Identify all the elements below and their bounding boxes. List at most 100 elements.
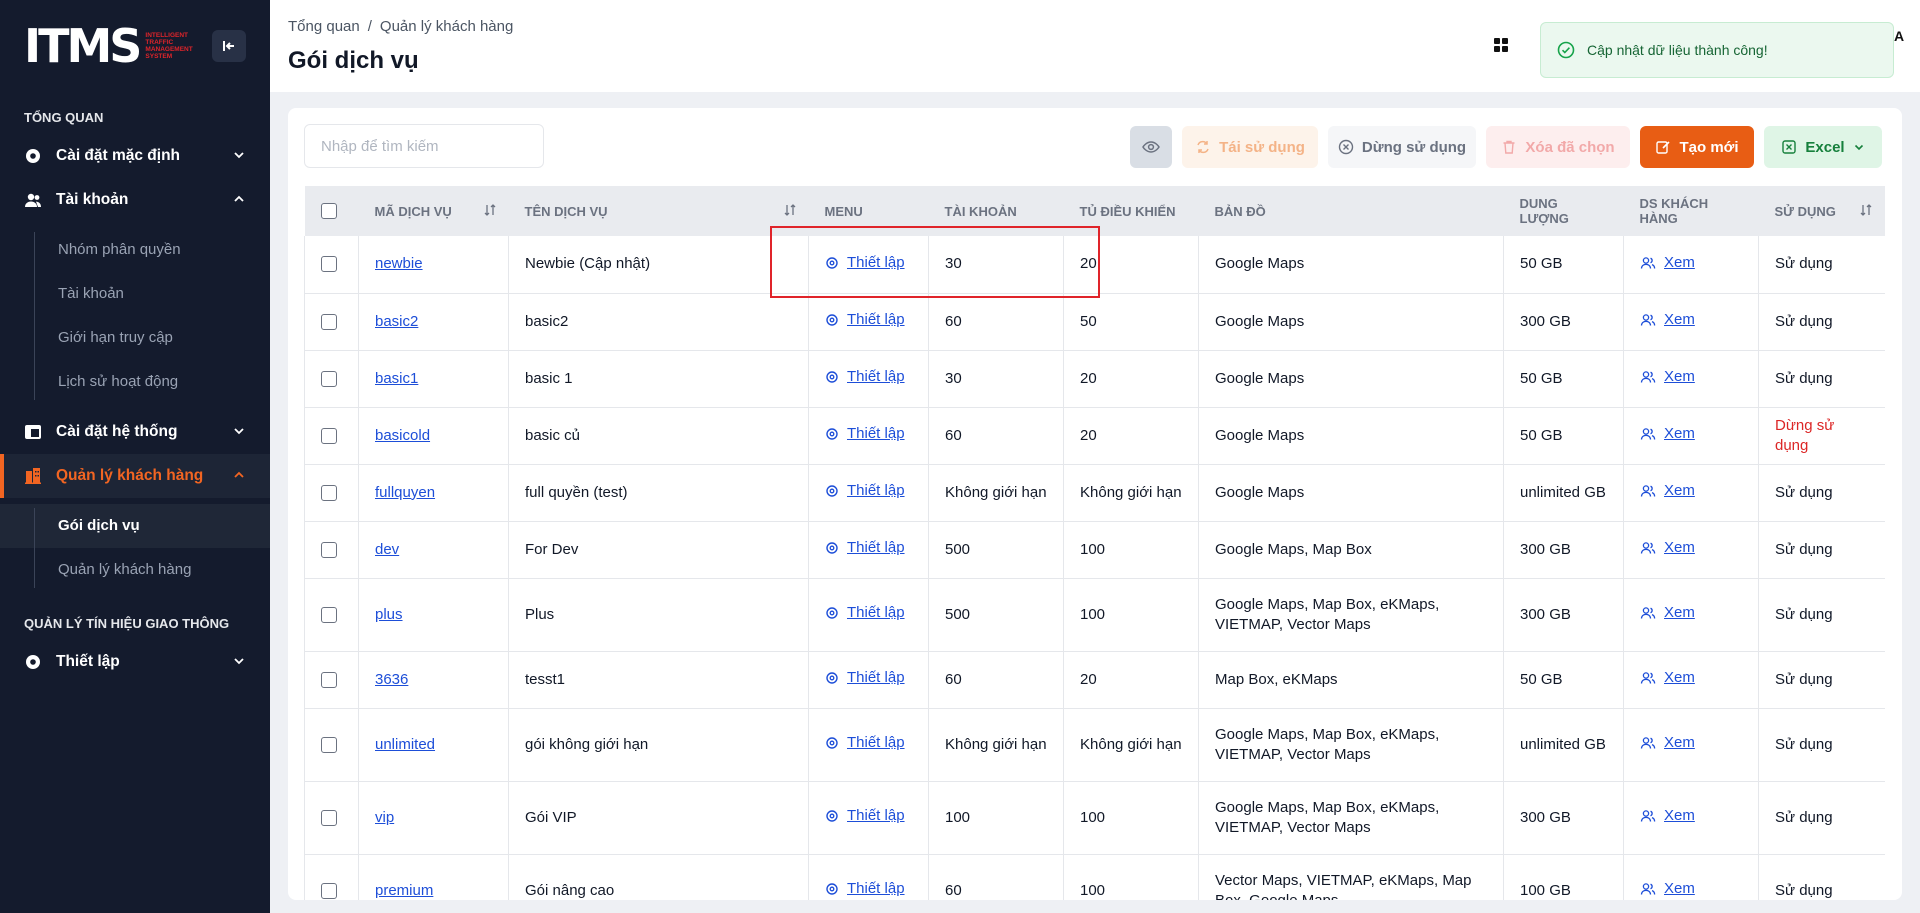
view-customers-link[interactable]: Xem: [1640, 879, 1695, 899]
menu-setup-link[interactable]: Thiết lập: [825, 806, 905, 826]
row-select-cell[interactable]: [304, 521, 359, 579]
service-code-link[interactable]: premium: [375, 882, 433, 899]
row-select-cell[interactable]: [304, 293, 359, 351]
table-row[interactable]: basicold basic củ Thiết lập 60 20 Google Maps…: [304, 407, 1885, 465]
sidebar-item-default-settings[interactable]: Cài đặt mặc định: [0, 134, 270, 178]
service-code-link[interactable]: plus: [375, 606, 403, 623]
row-select-cell[interactable]: [304, 781, 359, 855]
table-row[interactable]: plus Plus Thiết lập 500 100 Google Maps, Map …: [304, 578, 1885, 652]
toggle-columns-button[interactable]: [1130, 126, 1172, 168]
row-checkbox[interactable]: [321, 313, 337, 330]
view-customers-link[interactable]: Xem: [1640, 367, 1695, 387]
row-checkbox[interactable]: [321, 484, 337, 501]
sidebar-item-accounts[interactable]: Tài khoản: [0, 178, 270, 222]
row-select-cell[interactable]: [304, 578, 359, 652]
breadcrumb-home[interactable]: Tổng quan: [288, 18, 360, 35]
select-all-checkbox[interactable]: [320, 203, 337, 220]
table-row[interactable]: 3636 tesst1 Thiết lập 60 20 Map Box, eKMaps 50…: [304, 651, 1885, 709]
row-checkbox[interactable]: [321, 606, 337, 623]
view-customers-link[interactable]: Xem: [1640, 733, 1695, 753]
sort-icon[interactable]: [483, 203, 497, 217]
view-customers-link[interactable]: Xem: [1640, 424, 1695, 444]
stop-using-button[interactable]: Dừng sử dụng: [1328, 126, 1476, 168]
view-customers-link[interactable]: Xem: [1640, 538, 1695, 558]
header-name[interactable]: TÊN DỊCH VỤ: [509, 186, 809, 236]
sidebar-item-permission-groups[interactable]: Nhóm phân quyền: [0, 228, 270, 272]
sidebar-item-access-limits[interactable]: Giới hạn truy cập: [0, 316, 270, 360]
row-checkbox[interactable]: [321, 671, 337, 688]
service-code-link[interactable]: basic2: [375, 313, 418, 330]
row-select-cell[interactable]: [304, 350, 359, 408]
view-customers-link[interactable]: Xem: [1640, 481, 1695, 501]
table-row[interactable]: unlimited gói không giới hạn Thiết lập Khôn…: [304, 708, 1885, 782]
row-select-cell[interactable]: [304, 854, 359, 900]
header-select-all[interactable]: [305, 186, 359, 236]
sidebar-item-activity-history[interactable]: Lịch sử hoạt động: [0, 360, 270, 404]
top-bar: Tổng quan / Quản lý khách hàng Gói dịch …: [270, 0, 1920, 92]
menu-setup-link[interactable]: Thiết lập: [825, 253, 905, 273]
table-row[interactable]: newbie Newbie (Cập nhật) Thiết lập 30 20 Goog…: [304, 236, 1885, 294]
menu-setup-link[interactable]: Thiết lập: [825, 424, 905, 444]
user-avatar-initial[interactable]: A: [1894, 28, 1904, 44]
view-customers-link[interactable]: Xem: [1640, 668, 1695, 688]
menu-setup-link[interactable]: Thiết lập: [825, 668, 905, 688]
status-text: Sử dụng: [1775, 312, 1833, 330]
sidebar-item-setup[interactable]: Thiết lập: [0, 640, 270, 684]
delete-selected-button[interactable]: Xóa đã chọn: [1486, 126, 1630, 168]
row-select-cell[interactable]: [304, 708, 359, 782]
sidebar-item-account-list[interactable]: Tài khoản: [0, 272, 270, 316]
view-customers-link[interactable]: Xem: [1640, 253, 1695, 273]
collapse-sidebar-button[interactable]: [212, 30, 246, 62]
row-checkbox[interactable]: [321, 370, 337, 387]
menu-setup-link[interactable]: Thiết lập: [825, 310, 905, 330]
table-row[interactable]: dev For Dev Thiết lập 500 100 Google Maps, Ma…: [304, 521, 1885, 579]
service-code-link[interactable]: unlimited: [375, 736, 435, 753]
row-select-cell[interactable]: [304, 651, 359, 709]
row-checkbox[interactable]: [321, 541, 337, 558]
breadcrumb-current[interactable]: Quản lý khách hàng: [380, 18, 513, 35]
service-code-link[interactable]: basic1: [375, 370, 418, 387]
sidebar-item-customers[interactable]: Quản lý khách hàng: [0, 548, 270, 592]
menu-setup-link[interactable]: Thiết lập: [825, 481, 905, 501]
reuse-button[interactable]: Tái sử dụng: [1182, 126, 1318, 168]
table-row[interactable]: basic2 basic2 Thiết lập 60 50 Google Maps 300 …: [304, 293, 1885, 351]
row-select-cell[interactable]: [304, 407, 359, 465]
table-row[interactable]: vip Gói VIP Thiết lập 100 100 Google Maps, Ma…: [304, 781, 1885, 855]
view-customers-link[interactable]: Xem: [1640, 310, 1695, 330]
header-code[interactable]: MÃ DỊCH VỤ: [359, 186, 509, 236]
service-code-link[interactable]: basicold: [375, 427, 430, 444]
sidebar-item-customer-management[interactable]: Quản lý khách hàng: [0, 454, 270, 498]
sort-icon[interactable]: [783, 203, 797, 217]
table-row[interactable]: premium Gói nâng cao Thiết lập 60 100 Vector …: [304, 854, 1885, 900]
service-code-link[interactable]: dev: [375, 541, 399, 558]
excel-export-button[interactable]: Excel: [1764, 126, 1882, 168]
sidebar-item-service-packages[interactable]: Gói dịch vụ: [0, 504, 270, 548]
menu-setup-link[interactable]: Thiết lập: [825, 367, 905, 387]
header-status[interactable]: SỬ DỤNG: [1759, 186, 1885, 236]
service-code-link[interactable]: fullquyen: [375, 484, 435, 501]
row-checkbox[interactable]: [321, 736, 337, 753]
table-row[interactable]: basic1 basic 1 Thiết lập 30 20 Google Maps 50 …: [304, 350, 1885, 408]
row-select-cell[interactable]: [304, 236, 359, 294]
sidebar-item-system-settings[interactable]: Cài đặt hệ thống: [0, 410, 270, 454]
service-code-link[interactable]: 3636: [375, 671, 408, 688]
service-code-link[interactable]: newbie: [375, 255, 423, 272]
row-checkbox[interactable]: [321, 427, 337, 444]
view-customers-link[interactable]: Xem: [1640, 603, 1695, 623]
apps-grid-icon[interactable]: [1493, 37, 1509, 53]
service-code-link[interactable]: vip: [375, 809, 394, 826]
row-checkbox[interactable]: [321, 882, 337, 899]
table-row[interactable]: fullquyen full quyền (test) Thiết lập Không…: [304, 464, 1885, 522]
row-select-cell[interactable]: [304, 464, 359, 522]
menu-setup-link[interactable]: Thiết lập: [825, 879, 905, 899]
create-new-button[interactable]: Tạo mới: [1640, 126, 1754, 168]
menu-setup-link[interactable]: Thiết lập: [825, 538, 905, 558]
menu-setup-link[interactable]: Thiết lập: [825, 603, 905, 623]
search-input[interactable]: [304, 124, 544, 168]
sort-icon[interactable]: [1859, 203, 1873, 217]
row-checkbox[interactable]: [321, 256, 337, 273]
window-icon: [24, 423, 42, 441]
menu-setup-link[interactable]: Thiết lập: [825, 733, 905, 753]
view-customers-link[interactable]: Xem: [1640, 806, 1695, 826]
row-checkbox[interactable]: [321, 809, 337, 826]
